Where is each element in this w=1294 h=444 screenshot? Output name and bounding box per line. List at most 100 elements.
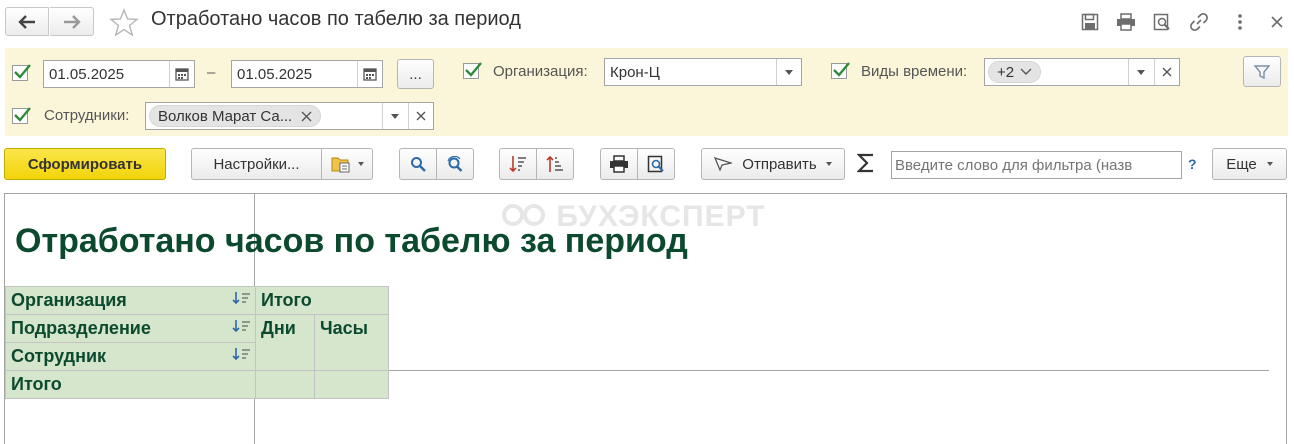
sort-icon[interactable] [232,319,252,333]
organization-value: Крон-Ц [610,64,660,81]
employees-checkbox[interactable] [12,107,31,124]
chevron-down-icon [391,113,399,119]
row-header-employee[interactable]: Сотрудник [5,342,256,371]
filter-search-input[interactable] [891,151,1182,179]
report-area[interactable]: БУХЭКСПЕРТ Отработано часов по табелю за… [4,193,1287,444]
favorite-star-icon[interactable] [109,8,139,41]
column-header-total[interactable]: Итого [255,286,389,315]
row-header-label: Итого [11,374,62,394]
time-types-checkbox[interactable] [831,62,850,79]
preview-icon[interactable] [1151,11,1173,33]
row-header-label: Сотрудник [11,346,107,366]
period-checkbox[interactable] [12,64,31,81]
preview-icon [647,155,664,173]
more-label: Еще [1226,155,1257,173]
column-header-label: Дни [261,318,296,338]
forward-button[interactable] [50,7,94,36]
employees-label: Сотрудники: [44,107,130,124]
sort-icon[interactable] [232,347,252,361]
chevron-down-icon [1020,68,1032,75]
filter-settings-button[interactable] [1243,56,1281,87]
period-from-field[interactable]: 01.05.2025 [43,60,195,88]
link-icon[interactable] [1188,11,1210,33]
remove-icon[interactable] [301,111,312,122]
time-types-value: +2 [997,63,1015,81]
sort-descending-button[interactable] [499,148,537,180]
organization-label: Организация: [493,63,588,80]
sort-ascending-icon [546,155,563,172]
sort-icon[interactable] [232,291,252,305]
more-button[interactable]: Еще [1212,148,1287,180]
search-icon [411,157,426,172]
period-to-value: 01.05.2025 [237,66,313,83]
settings-button[interactable]: Настройки... [191,148,322,180]
row-header-department[interactable]: Подразделение [5,314,256,343]
checkmark-icon [14,64,31,79]
clear-icon [416,111,426,121]
send-button[interactable]: Отправить [701,148,845,180]
window-title: Отработано часов по табелю за период [151,8,521,30]
close-icon[interactable] [1266,11,1288,33]
print-button[interactable] [600,148,638,180]
time-types-field[interactable]: +2 [984,58,1180,86]
back-button[interactable] [5,7,49,36]
period-to-field[interactable]: 01.05.2025 [231,60,383,88]
save-icon[interactable] [1079,11,1101,33]
time-types-dropdown[interactable] [1128,59,1153,85]
column-header-label: Часы [320,318,369,338]
chevron-down-icon [357,162,364,166]
row-header-total[interactable]: Итого [5,370,256,399]
row-header-organization[interactable]: Организация [5,286,256,315]
print-icon [610,155,628,173]
calendar-icon [363,68,377,81]
clear-icon [1162,67,1172,77]
print-preview-button[interactable] [637,148,675,180]
sum-icon[interactable] [856,152,875,178]
report-title: Отработано часов по табелю за период [15,222,688,260]
checkmark-icon [465,62,482,77]
row-header-label: Подразделение [11,318,151,338]
chevron-down-icon [825,162,832,166]
employees-field[interactable]: Волков Марат Са... [145,102,434,130]
time-types-label: Виды времени: [861,63,968,80]
report-variants-icon [331,157,349,173]
time-types-pill[interactable]: +2 [988,61,1042,83]
send-label: Отправить [742,155,817,173]
find-button[interactable] [399,148,437,180]
arrow-left-icon [18,14,35,29]
time-types-clear[interactable] [1154,59,1179,85]
column-header-label: Итого [261,290,312,310]
total-days-cell[interactable] [255,370,315,399]
calendar-icon [175,68,189,81]
chevron-down-icon [785,69,793,75]
calendar-button[interactable] [169,61,194,87]
find-next-button[interactable] [436,148,474,180]
employees-clear[interactable] [408,103,433,129]
checkmark-icon [833,62,850,77]
chevron-down-icon [1266,162,1273,166]
generate-button[interactable]: Сформировать [4,148,166,180]
print-icon[interactable] [1115,11,1137,33]
sort-ascending-button[interactable] [536,148,574,180]
period-from-value: 01.05.2025 [49,66,125,83]
row-fix-line [389,370,1269,371]
organization-field[interactable]: Крон-Ц [604,58,802,86]
send-icon [714,157,733,171]
period-select-button[interactable]: ... [397,59,434,89]
calendar-button[interactable] [357,61,382,87]
variants-button[interactable] [321,148,373,180]
column-header-days[interactable]: Дни [255,314,315,371]
sort-descending-icon [509,156,526,173]
employees-pill[interactable]: Волков Марат Са... [149,105,322,127]
column-header-hours[interactable]: Часы [314,314,389,371]
help-link[interactable]: ? [1188,156,1197,172]
chevron-down-icon [1137,69,1145,75]
arrow-right-icon [63,14,81,29]
total-hours-cell[interactable] [314,370,389,399]
more-vertical-icon[interactable] [1229,11,1251,33]
employees-value: Волков Марат Са... [158,107,293,125]
row-header-label: Организация [11,290,127,310]
employees-dropdown[interactable] [382,103,407,129]
organization-checkbox[interactable] [463,62,482,79]
organization-dropdown[interactable] [776,59,801,85]
